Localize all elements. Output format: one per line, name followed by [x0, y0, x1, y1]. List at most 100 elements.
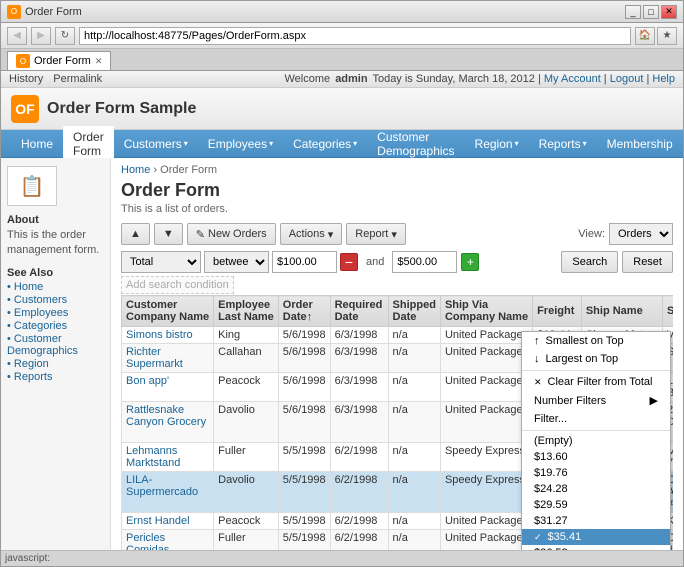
sort-up-button[interactable]: ▲ — [121, 223, 150, 245]
nav-item-reports[interactable]: Reports ▾ — [529, 133, 597, 155]
sidebar-link-categories[interactable]: Categories — [7, 320, 104, 332]
search-field-row: Total between − — [121, 251, 358, 273]
categories-dropdown-arrow: ▾ — [353, 139, 357, 148]
search-field-select[interactable]: Total — [121, 251, 201, 273]
clear-filter-item[interactable]: ✕ Clear Filter from Total — [522, 373, 670, 391]
filter-value-item[interactable]: $19.76 — [522, 465, 670, 481]
minimize-button[interactable]: _ — [625, 5, 641, 19]
filter-value-item[interactable]: $24.28 — [522, 481, 670, 497]
window-controls: _ □ ✕ — [625, 5, 677, 19]
actions-button[interactable]: Actions ▾ — [280, 223, 343, 245]
search-button[interactable]: Search — [561, 251, 618, 273]
tab-bar: O Order Form ✕ — [1, 49, 683, 71]
date-text: Today is Sunday, March 18, 2012 — [372, 73, 534, 85]
table-cell: Davolio — [214, 472, 279, 513]
logout-link[interactable]: Logout — [610, 73, 644, 85]
table-cell[interactable]: Bon app' — [122, 373, 214, 402]
table-cell: Speedy Express — [440, 472, 532, 513]
company-link[interactable]: Lehmanns Marktstand — [126, 445, 180, 469]
sort-down-button[interactable]: ▼ — [154, 223, 183, 245]
employees-dropdown-arrow: ▾ — [269, 139, 273, 148]
home-nav-button[interactable]: 🏠 — [635, 27, 655, 45]
company-link[interactable]: Ernst Handel — [126, 515, 190, 527]
sidebar-link-customer-demographics[interactable]: Customer Demographics — [7, 333, 104, 357]
breadcrumb-home[interactable]: Home — [121, 164, 150, 176]
filter-value-item[interactable]: ✓ $35.41 — [522, 529, 670, 545]
close-button[interactable]: ✕ — [661, 5, 677, 19]
view-select[interactable]: Orders — [609, 223, 673, 245]
report-button[interactable]: Report ▾ — [346, 223, 406, 245]
table-cell: Speedy Express — [440, 443, 532, 472]
table-cell[interactable]: Pericles Comidas clásicas — [122, 530, 214, 551]
col-employee: EmployeeLast Name — [214, 296, 279, 327]
permalink-link[interactable]: Permalink — [53, 73, 102, 85]
table-cell: 5/5/1998 — [278, 530, 330, 551]
help-link[interactable]: Help — [652, 73, 675, 85]
status-text: javascript: — [5, 553, 50, 564]
table-cell[interactable]: Rattlesnake Canyon Grocery — [122, 402, 214, 443]
sort-largest-top[interactable]: ↓ Largest on Top — [522, 350, 670, 368]
reset-button[interactable]: Reset — [622, 251, 673, 273]
company-link[interactable]: LILA-Supermercado — [126, 474, 198, 498]
nav-item-home[interactable]: Home — [11, 133, 63, 155]
search-value1-input[interactable] — [272, 251, 337, 273]
table-cell: n/a — [388, 472, 440, 513]
search-remove-button[interactable]: − — [340, 253, 358, 271]
table-cell[interactable]: Lehmanns Marktstand — [122, 443, 214, 472]
my-account-link[interactable]: My Account — [544, 73, 601, 85]
sidebar-link-reports[interactable]: Reports — [7, 371, 104, 383]
page-title: Order Form — [121, 180, 673, 201]
table-cell: 5/6/1998 — [278, 327, 330, 344]
nav-item-customer-demographics[interactable]: Customer Demographics — [367, 126, 464, 162]
search-value2-input[interactable] — [392, 251, 457, 273]
number-filters-item[interactable]: Number Filters ▶ — [522, 391, 670, 410]
maximize-button[interactable]: □ — [643, 5, 659, 19]
company-link[interactable]: Pericles Comidas clásicas — [126, 532, 169, 550]
table-cell[interactable]: Ernst Handel — [122, 513, 214, 530]
sort-smallest-top[interactable]: ↑ Smallest on Top — [522, 332, 670, 350]
col-ship-name: Ship Name — [581, 296, 662, 327]
browser-tab-order-form[interactable]: O Order Form ✕ — [7, 51, 111, 70]
table-cell: United Package — [440, 402, 532, 443]
sidebar-link-customers[interactable]: Customers — [7, 294, 104, 306]
company-link[interactable]: Bon app' — [126, 375, 169, 387]
company-link[interactable]: Simons bistro — [126, 329, 193, 341]
top-bar-right: Welcome admin Today is Sunday, March 18,… — [284, 73, 675, 85]
table-cell[interactable]: Simons bistro — [122, 327, 214, 344]
filter-value-item[interactable]: $36.53 — [522, 545, 670, 550]
history-link[interactable]: History — [9, 73, 43, 85]
filter-value-item[interactable]: $29.59 — [522, 497, 670, 513]
forward-button[interactable]: ▶ — [31, 27, 51, 45]
company-link[interactable]: Rattlesnake Canyon Grocery — [126, 404, 206, 428]
star-button[interactable]: ★ — [657, 27, 677, 45]
col-shipped-date: ShippedDate — [388, 296, 440, 327]
filter-value-item[interactable]: (Empty) — [522, 433, 670, 449]
view-label: View: — [578, 228, 605, 240]
filter-value-item[interactable]: $31.27 — [522, 513, 670, 529]
tab-close-button[interactable]: ✕ — [95, 56, 103, 67]
search-operator-select[interactable]: between — [204, 251, 269, 273]
filter-value-item[interactable]: $13.60 — [522, 449, 670, 465]
table-cell[interactable]: LILA-Supermercado — [122, 472, 214, 513]
nav-item-region[interactable]: Region ▾ — [465, 133, 529, 155]
nav-item-categories[interactable]: Categories ▾ — [283, 133, 367, 155]
table-cell: Peacock — [214, 513, 279, 530]
address-bar[interactable] — [79, 27, 631, 45]
nav-item-order-form[interactable]: Order Form — [63, 126, 114, 162]
table-cell[interactable]: Richter Supermarkt — [122, 344, 214, 373]
refresh-button[interactable]: ↻ — [55, 27, 75, 45]
company-link[interactable]: Richter Supermarkt — [126, 346, 183, 370]
sidebar-link-employees[interactable]: Employees — [7, 307, 104, 319]
back-button[interactable]: ◀ — [7, 27, 27, 45]
sidebar-link-region[interactable]: Region — [7, 358, 104, 370]
new-orders-button[interactable]: ✎ New Orders — [187, 223, 276, 245]
title-bar-label: O Order Form — [7, 5, 82, 19]
new-orders-icon: ✎ — [196, 228, 205, 241]
nav-item-employees[interactable]: Employees ▾ — [198, 133, 283, 155]
search-add-value-button[interactable]: + — [461, 253, 479, 271]
nav-item-membership[interactable]: Membership — [597, 133, 683, 155]
add-condition-text[interactable]: Add search condition — [121, 276, 234, 294]
filter-item[interactable]: Filter... — [522, 410, 670, 428]
sidebar-link-home[interactable]: Home — [7, 281, 104, 293]
nav-item-customers[interactable]: Customers ▾ — [114, 133, 198, 155]
